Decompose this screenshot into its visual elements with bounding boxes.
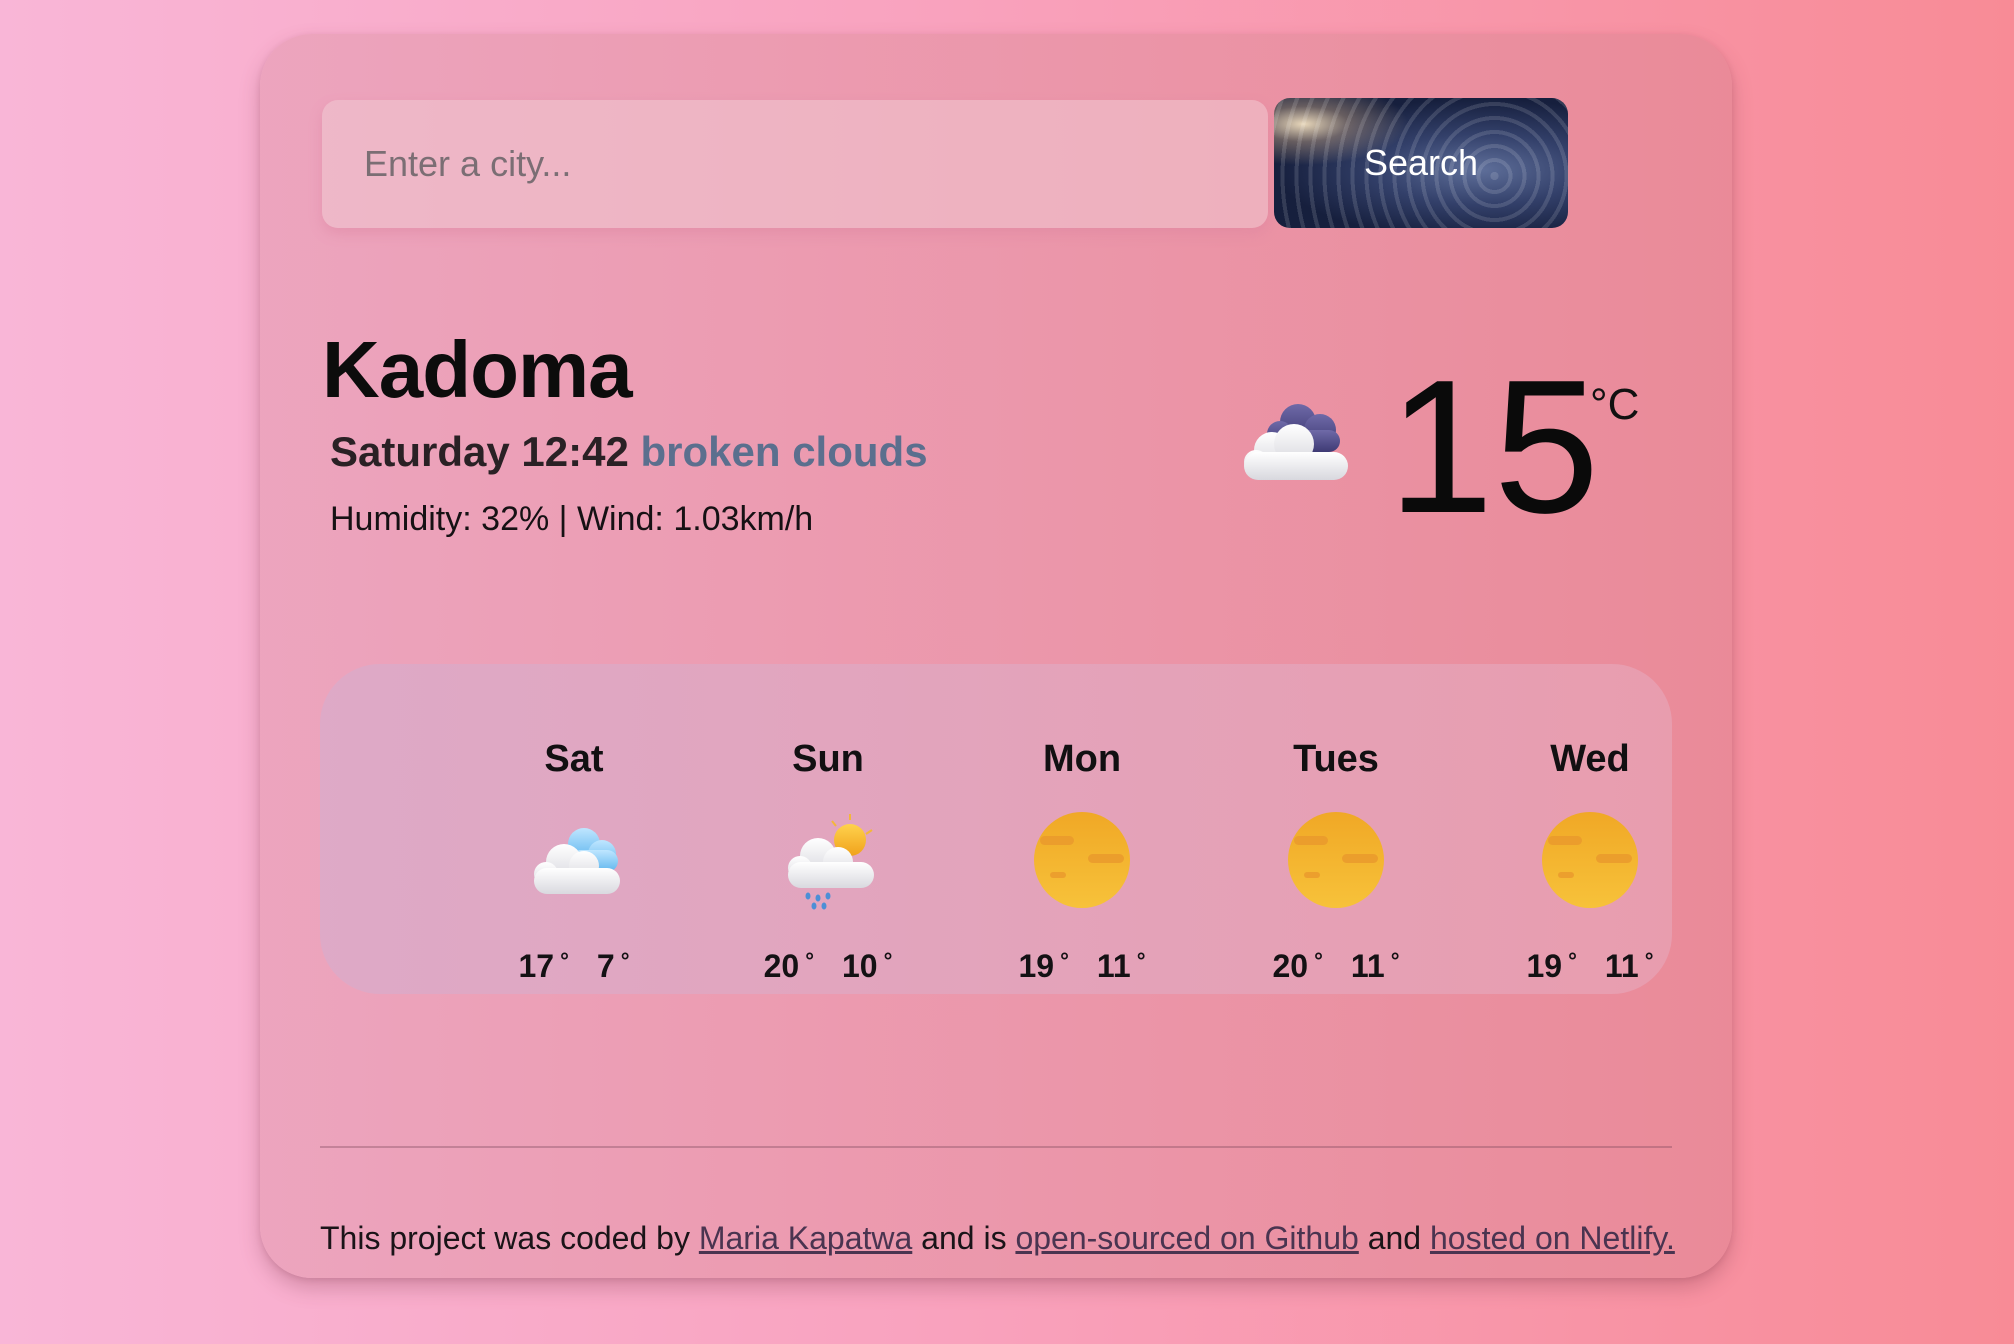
forecast-day-name: Tues bbox=[1293, 738, 1379, 780]
humidity-label: Humidity: bbox=[330, 500, 472, 538]
current-datetime: Saturday 12:42 bbox=[330, 428, 629, 475]
author-link[interactable]: Maria Kapatwa bbox=[699, 1220, 912, 1256]
degree-symbol: ° bbox=[1644, 948, 1654, 973]
forecast-day-name: Mon bbox=[1042, 738, 1122, 780]
weather-card: Search Kadoma Saturday 12:42 broken clou… bbox=[260, 34, 1732, 1278]
degree-symbol: ° bbox=[1136, 948, 1146, 973]
hazy-sun-icon bbox=[1288, 812, 1384, 908]
meta-separator: | bbox=[558, 500, 568, 538]
current-details: Saturday 12:42 broken clouds bbox=[330, 428, 928, 476]
footer: This project was coded by Maria Kapatwa … bbox=[320, 1220, 1675, 1257]
degree-symbol: ° bbox=[1314, 948, 1323, 973]
search-button[interactable]: Search bbox=[1274, 98, 1568, 228]
forecast-day: Tues 20 ° 11 ° bbox=[1246, 664, 1426, 994]
wind-value: 1.03km/h bbox=[673, 500, 814, 538]
degree-symbol: ° bbox=[883, 948, 893, 973]
forecast-min: 7 bbox=[596, 948, 615, 984]
degree-symbol: ° bbox=[1060, 948, 1069, 973]
hazy-sun-icon bbox=[1034, 812, 1130, 908]
wind-label: Wind: bbox=[576, 500, 664, 538]
forecast-temps: 19 ° 11 ° bbox=[1500, 948, 1680, 985]
degree-symbol: ° bbox=[1390, 948, 1400, 973]
rain-sun-icon bbox=[788, 814, 874, 910]
forecast-max: 20 bbox=[1272, 948, 1309, 984]
forecast-temps: 20 ° 10 ° bbox=[738, 948, 918, 985]
city-name: Kadoma bbox=[322, 325, 633, 414]
footer-text: and is bbox=[921, 1220, 1007, 1256]
degree-symbol: ° bbox=[1568, 948, 1577, 973]
temperature-unit: °C bbox=[1590, 380, 1640, 429]
forecast-temps: 19 ° 11 ° bbox=[992, 948, 1172, 985]
city-search-input[interactable] bbox=[322, 100, 1268, 228]
forecast-temps: 17 ° 7 ° bbox=[484, 948, 664, 985]
current-meta: Humidity: 32% | Wind: 1.03km/h bbox=[330, 500, 813, 539]
forecast-day: Mon 19 ° 11 ° bbox=[992, 664, 1172, 994]
current-temperature: 15 bbox=[1388, 341, 1600, 553]
forecast-max: 17 bbox=[518, 948, 555, 984]
forecast-max: 19 bbox=[1018, 948, 1055, 984]
footer-text: This project was coded by bbox=[320, 1220, 690, 1256]
forecast-day: Wed 19 ° 11 ° bbox=[1500, 664, 1680, 994]
weather-description: broken clouds bbox=[640, 428, 928, 475]
forecast-max: 19 bbox=[1526, 948, 1563, 984]
forecast-day: Sun 20 ° 10 ° bbox=[738, 664, 918, 994]
forecast-min: 11 bbox=[1096, 948, 1131, 984]
forecast-day-name: Sun bbox=[792, 738, 864, 780]
forecast-panel: Sat 17 ° 7 ° Sun 20 ° 10 ° Mon 19 ° 11 °… bbox=[320, 664, 1672, 994]
forecast-day: Sat 17 ° 7 ° bbox=[484, 664, 664, 994]
footer-divider bbox=[320, 1146, 1672, 1148]
hazy-sun-icon bbox=[1542, 812, 1638, 908]
search-button-label: Search bbox=[1363, 142, 1479, 183]
forecast-temps: 20 ° 11 ° bbox=[1246, 948, 1426, 985]
humidity-value: 32% bbox=[481, 500, 550, 538]
forecast-day-name: Wed bbox=[1550, 738, 1630, 780]
forecast-min: 10 bbox=[842, 948, 878, 984]
broken-clouds-icon bbox=[1244, 404, 1348, 480]
github-link[interactable]: open-sourced on Github bbox=[1015, 1220, 1358, 1256]
degree-symbol: ° bbox=[805, 948, 814, 973]
forecast-max: 20 bbox=[763, 948, 800, 984]
degree-symbol: ° bbox=[620, 948, 630, 973]
forecast-min: 11 bbox=[1350, 948, 1385, 984]
forecast-min: 11 bbox=[1604, 948, 1639, 984]
forecast-day-name: Sat bbox=[544, 738, 604, 780]
degree-symbol: ° bbox=[560, 948, 569, 973]
footer-text: and bbox=[1367, 1220, 1422, 1256]
cloudy-icon bbox=[534, 828, 620, 894]
netlify-link[interactable]: hosted on Netlify. bbox=[1430, 1220, 1675, 1256]
